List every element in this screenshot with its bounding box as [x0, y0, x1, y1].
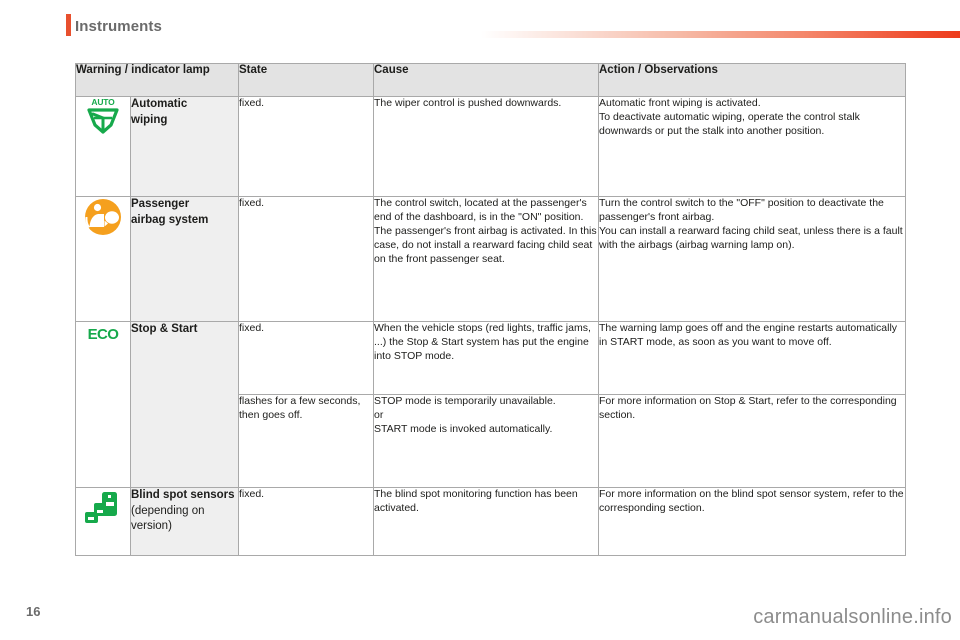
lamp-name-cell: Blind spot sensors (depending on version…: [130, 487, 239, 556]
lamp-action-cell: Turn the control switch to the "OFF" pos…: [598, 196, 906, 322]
column-header-warning-lamp: Warning / indicator lamp: [75, 63, 239, 97]
lamp-name-cell: Passenger airbag system: [130, 196, 239, 322]
lamp-name-cell: Automatic wiping: [130, 96, 239, 197]
warning-lamp-table: Warning / indicator lamp State Cause Act…: [75, 63, 906, 556]
lamp-cause-cell: The control switch, located at the passe…: [373, 196, 599, 322]
lamp-state-cell: fixed.: [238, 321, 374, 395]
manual-page: Instruments Warning / indicator lamp Sta…: [0, 0, 960, 640]
cause-text-2: The passenger's front airbag is activate…: [374, 224, 597, 265]
action-text-1: The warning lamp goes off and the engine…: [599, 322, 898, 348]
lamp-state-cell: fixed.: [238, 487, 374, 556]
column-header-state: State: [238, 63, 374, 97]
cause-text-3: START mode is invoked automatically.: [374, 422, 553, 435]
table-header: Warning / indicator lamp State Cause Act…: [75, 63, 906, 97]
auto-wiper-icon: AUTO: [81, 97, 125, 137]
action-text-1: Automatic front wiping is activated.: [599, 97, 761, 109]
action-text-1: For more information on the blind spot s…: [599, 488, 904, 514]
lamp-cause-cell: When the vehicle stops (red lights, traf…: [373, 321, 599, 395]
action-text-1: Turn the control switch to the "OFF" pos…: [599, 197, 884, 223]
cause-text-1: The control switch, located at the passe…: [374, 197, 587, 223]
warning-lamp-table-wrapper: Warning / indicator lamp State Cause Act…: [75, 63, 906, 556]
table-header-row: Warning / indicator lamp State Cause Act…: [75, 63, 906, 97]
lamp-icon-cell: AUTO: [75, 96, 131, 197]
lamp-action-cell: For more information on Stop & Start, re…: [598, 394, 906, 488]
lamp-state-cell: fixed.: [238, 196, 374, 322]
lamp-name-cell: Stop & Start: [130, 321, 239, 488]
cause-text-1: STOP mode is temporarily unavailable.: [374, 395, 556, 407]
eco-icon-label: ECO: [87, 326, 119, 343]
table-row: ECO Stop & Start fixed. When the vehicle…: [75, 321, 906, 488]
page-title: Instruments: [75, 18, 162, 35]
lamp-name-line2: airbag system: [131, 213, 209, 226]
lamp-name-line1: Blind spot sensors: [131, 489, 235, 501]
action-text-1: For more information on Stop & Start, re…: [599, 395, 897, 421]
cause-text: The wiper control is pushed downwards.: [374, 97, 562, 109]
lamp-cause-cell: STOP mode is temporarily unavailable. or…: [373, 394, 599, 488]
table-row: Passenger airbag system fixed. The contr…: [75, 196, 906, 322]
lamp-icon-cell: ECO: [75, 321, 131, 488]
action-text-2: You can install a rearward facing child …: [599, 224, 903, 251]
eco-icon: ECO: [81, 322, 125, 362]
table-row: Blind spot sensors (depending on version…: [75, 487, 906, 556]
cause-text: The blind spot monitoring function has b…: [374, 488, 578, 514]
cause-text: When the vehicle stops (red lights, traf…: [374, 322, 591, 362]
header-accent-bar: [66, 14, 71, 36]
column-header-cause: Cause: [373, 63, 599, 97]
page-number: 16: [26, 604, 41, 619]
lamp-cause-cell: The blind spot monitoring function has b…: [373, 487, 599, 556]
blind-spot-icon: [81, 488, 125, 528]
lamp-name-line1: Stop & Start: [131, 323, 198, 335]
lamp-icon-cell: [75, 487, 131, 556]
lamp-name-sub: (depending on version): [131, 504, 205, 533]
table-row: AUTO Automatic wiping fixed. The wiper c…: [75, 96, 906, 197]
lamp-state-cell: flashes for a few seconds, then goes off…: [238, 394, 374, 488]
lamp-state-cell: fixed.: [238, 96, 374, 197]
column-header-action: Action / Observations: [598, 63, 906, 97]
action-text-2: To deactivate automatic wiping, operate …: [599, 110, 860, 137]
cause-text-2: or: [374, 408, 384, 421]
page-header: Instruments: [0, 0, 960, 48]
header-gradient-rule: [481, 31, 960, 38]
lamp-action-cell: Automatic front wiping is activated. To …: [598, 96, 906, 197]
lamp-action-cell: The warning lamp goes off and the engine…: [598, 321, 906, 395]
passenger-airbag-icon: [81, 197, 125, 237]
lamp-name-line1: Passenger: [131, 198, 190, 210]
lamp-action-cell: For more information on the blind spot s…: [598, 487, 906, 556]
lamp-icon-cell: [75, 196, 131, 322]
site-watermark: carmanualsonline.info: [753, 606, 952, 628]
lamp-name-line1: Automatic: [131, 98, 188, 110]
table-body: AUTO Automatic wiping fixed. The wiper c…: [75, 96, 906, 556]
lamp-cause-cell: The wiper control is pushed downwards.: [373, 96, 599, 197]
lamp-name-line2: wiping: [131, 113, 168, 126]
auto-wiper-icon-label: AUTO: [91, 97, 115, 107]
